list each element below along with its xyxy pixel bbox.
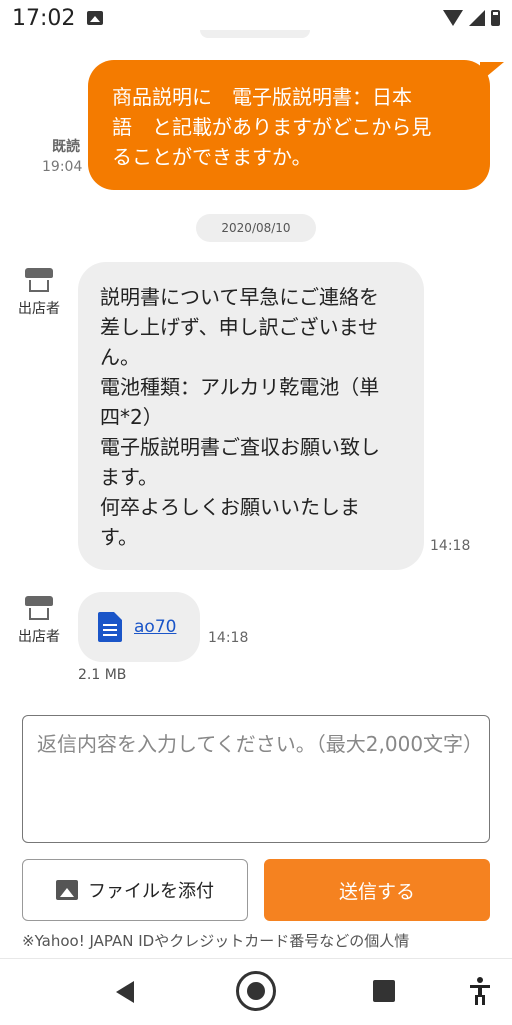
recent-apps-icon[interactable]: [373, 980, 395, 1002]
attachment-link[interactable]: ao70: [134, 617, 176, 637]
read-receipt: 既読: [52, 139, 80, 155]
attachment-size: 2.1 MB: [78, 667, 127, 683]
navigation-bar: [0, 958, 512, 1025]
home-icon[interactable]: [236, 971, 276, 1011]
back-icon[interactable]: [116, 981, 134, 1003]
attachment-bubble[interactable]: ao70: [78, 592, 200, 662]
send-button[interactable]: 送信する: [264, 859, 490, 921]
store-icon: [25, 596, 53, 622]
shop-label: 出店者: [18, 629, 60, 645]
outgoing-message-bubble: 商品説明に 電子版説明書：日本 語 と記載がありますがどこから見 ることができま…: [88, 60, 490, 190]
previous-message-edge: [200, 30, 310, 38]
incoming-message-bubble: 説明書について早急にご連絡を 差し上げず、申し訳ございませ ん。 電池種類：アル…: [78, 262, 424, 570]
signal-icon: [469, 10, 485, 26]
wifi-icon: [443, 10, 463, 26]
privacy-notice: ※Yahoo! JAPAN IDやクレジットカード番号などの個人情: [22, 932, 410, 950]
shop-avatar: 出店者: [14, 596, 64, 646]
clock: 17:02: [12, 5, 76, 31]
status-left: 17:02: [12, 5, 104, 31]
attach-file-label: ファイルを添付: [88, 881, 214, 902]
image-notification-icon: [87, 11, 104, 25]
outgoing-message-time: 19:04: [42, 159, 83, 175]
shop-label: 出店者: [18, 301, 60, 317]
shop-avatar: 出店者: [14, 268, 64, 318]
image-icon: [56, 880, 78, 900]
document-icon: [98, 612, 122, 642]
attachment-time: 14:18: [208, 630, 249, 646]
date-separator: 2020/08/10: [196, 214, 316, 242]
incoming-message-time: 14:18: [430, 538, 471, 554]
attach-file-button[interactable]: ファイルを添付: [22, 859, 248, 921]
reply-input[interactable]: 返信内容を入力してください。（最大2,000文字）: [22, 715, 490, 843]
status-right: [443, 10, 500, 26]
battery-icon: [491, 10, 500, 26]
accessibility-icon[interactable]: [468, 977, 492, 1005]
store-icon: [25, 268, 53, 294]
